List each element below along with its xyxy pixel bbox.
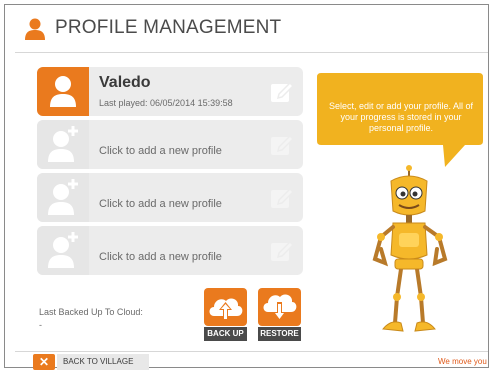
hint-text: Select, edit or add your profile. All of… bbox=[328, 101, 474, 133]
avatar bbox=[37, 67, 89, 116]
backup-status-label: Last Backed Up To Cloud: bbox=[39, 307, 143, 317]
profile-name: Valedo bbox=[99, 74, 151, 91]
add-user-icon bbox=[48, 126, 78, 162]
person-icon bbox=[25, 18, 45, 45]
close-icon: ✕ bbox=[33, 354, 55, 370]
avatar bbox=[37, 120, 89, 169]
backup-button[interactable]: BACK UP bbox=[204, 288, 247, 343]
add-profile-label: Click to add a new profile bbox=[99, 251, 222, 263]
edit-icon bbox=[269, 184, 295, 215]
backup-label: BACK UP bbox=[204, 327, 247, 341]
tagline: We move you bbox=[438, 357, 487, 366]
speech-bubble: Select, edit or add your profile. All of… bbox=[317, 73, 483, 167]
user-icon bbox=[50, 76, 76, 107]
page-title: PROFILE MANAGEMENT bbox=[55, 17, 282, 38]
restore-label: RESTORE bbox=[258, 327, 301, 341]
divider bbox=[15, 52, 488, 53]
profile-slot-1[interactable]: Valedo Last played: 06/05/2014 15:39:58 bbox=[37, 67, 303, 116]
last-played: Last played: 06/05/2014 15:39:58 bbox=[99, 98, 233, 108]
edit-icon bbox=[269, 237, 295, 268]
app-window: PROFILE MANAGEMENT Valedo Last played: 0… bbox=[4, 4, 489, 370]
avatar bbox=[37, 173, 89, 222]
header: PROFILE MANAGEMENT bbox=[5, 5, 488, 52]
edit-icon bbox=[269, 131, 295, 162]
add-user-icon bbox=[48, 232, 78, 268]
back-label: BACK TO VILLAGE bbox=[57, 354, 149, 370]
backup-status-value: - bbox=[39, 320, 42, 330]
edit-icon[interactable] bbox=[269, 78, 295, 109]
add-profile-label: Click to add a new profile bbox=[99, 145, 222, 157]
profile-slot-2[interactable]: Click to add a new profile bbox=[37, 120, 303, 169]
profile-list: Valedo Last played: 06/05/2014 15:39:58 … bbox=[37, 67, 303, 279]
cloud-download-icon bbox=[263, 294, 297, 321]
robot-mascot bbox=[361, 163, 481, 348]
profile-slot-4[interactable]: Click to add a new profile bbox=[37, 226, 303, 275]
cloud-upload-icon bbox=[209, 298, 243, 320]
add-user-icon bbox=[48, 179, 78, 215]
divider bbox=[15, 351, 488, 352]
avatar bbox=[37, 226, 89, 275]
add-profile-label: Click to add a new profile bbox=[99, 198, 222, 210]
profile-slot-3[interactable]: Click to add a new profile bbox=[37, 173, 303, 222]
restore-button[interactable]: RESTORE bbox=[258, 288, 301, 343]
